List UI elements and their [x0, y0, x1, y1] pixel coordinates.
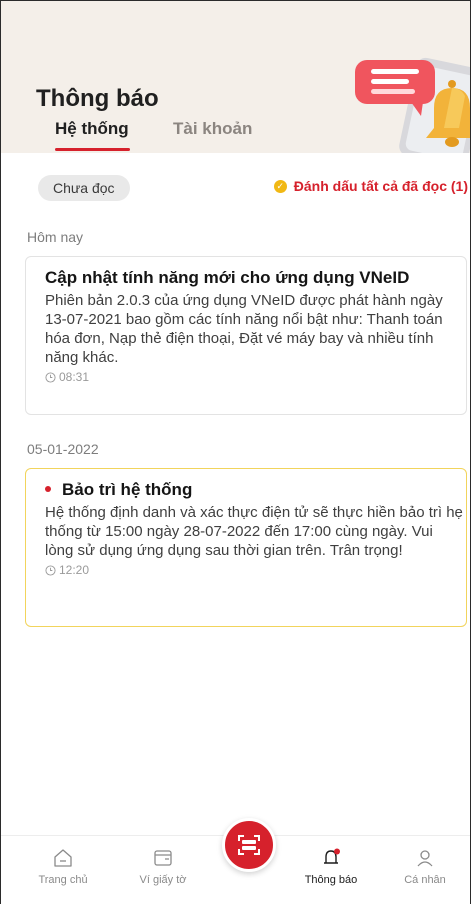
clock-icon — [45, 371, 56, 383]
nav-notifications-label: Thông báo — [304, 874, 358, 886]
notification-time: 08:31 — [59, 370, 90, 384]
notification-title-row: Bảo trì hệ thống — [45, 479, 466, 501]
nav-profile-label: Cá nhân — [404, 874, 446, 886]
nav-home[interactable]: Trang chủ — [23, 848, 103, 886]
page-title: Thông báo — [36, 85, 159, 112]
nav-profile[interactable]: Cá nhân — [385, 848, 465, 886]
mark-all-read-button[interactable]: ✓ Đánh dấu tất cả đã đọc (1) — [273, 178, 468, 194]
user-icon — [417, 850, 433, 867]
clock-icon — [45, 564, 56, 576]
nav-wallet-label: Ví giấy tờ — [139, 874, 187, 886]
home-icon — [54, 849, 72, 867]
tab-account[interactable]: Tài khoản — [173, 119, 252, 139]
unread-dot-icon — [45, 485, 51, 492]
notification-body: Phiên bản 2.0.3 của ứng dụng VNeID được … — [45, 292, 443, 366]
section-label-date: 05-01-2022 — [27, 441, 99, 457]
check-circle-icon: ✓ — [273, 179, 287, 193]
nav-wallet[interactable]: Ví giấy tờ — [123, 848, 203, 886]
bell-icon — [324, 848, 340, 864]
notification-card[interactable]: Cập nhật tính năng mới cho ứng dụng VNeI… — [25, 256, 467, 415]
scan-button[interactable] — [222, 818, 276, 872]
scan-icon — [238, 835, 260, 855]
wallet-icon — [154, 850, 172, 866]
nav-notifications[interactable]: Thông báo — [291, 848, 371, 886]
notification-title: Bảo trì hệ thống — [62, 480, 193, 499]
active-tab-indicator — [55, 148, 130, 151]
filter-row: Chưa đọc ✓ Đánh dấu tất cả đã đọc (1) — [1, 173, 470, 203]
section-label-today: Hôm nay — [27, 229, 84, 245]
unread-filter-chip[interactable]: Chưa đọc — [38, 175, 130, 201]
notification-body: Hệ thống định danh và xác thực điện tử s… — [45, 504, 463, 559]
nav-home-label: Trang chủ — [38, 874, 88, 886]
notification-card-unread[interactable]: Bảo trì hệ thống Hệ thống định danh và x… — [25, 468, 467, 627]
notification-illustration-icon — [355, 57, 470, 153]
mark-all-read-label: Đánh dấu tất cả đã đọc (1) — [293, 178, 468, 194]
notification-time-row: 12:20 — [45, 563, 466, 577]
header: Thông báo Hệ thống Tài khoản — [1, 1, 470, 153]
notification-title: Cập nhật tính năng mới cho ứng dụng VNeI… — [45, 268, 410, 287]
notification-time: 12:20 — [59, 563, 90, 577]
notification-time-row: 08:31 — [45, 370, 466, 384]
tab-system[interactable]: Hệ thống — [55, 119, 129, 139]
